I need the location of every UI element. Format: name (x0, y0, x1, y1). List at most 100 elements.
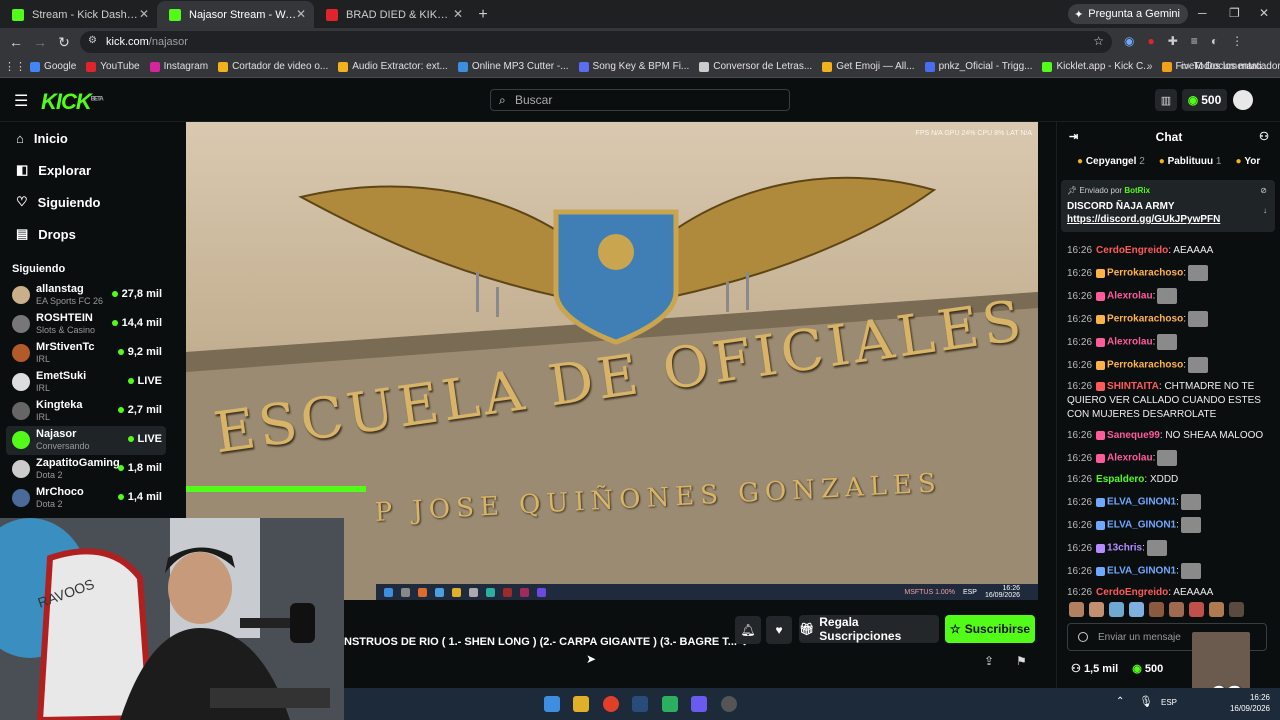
discord-icon[interactable] (691, 696, 707, 712)
hamburger-menu-icon[interactable]: ☰ (14, 91, 28, 111)
sidebar-nav-item[interactable]: ▤ Drops (0, 218, 172, 250)
emote[interactable] (1149, 602, 1164, 617)
all-bookmarks-folder[interactable]: ▭Todos los marcadores (1180, 61, 1280, 72)
message-user[interactable]: Alexrolau (1107, 453, 1153, 464)
obs-icon[interactable] (721, 696, 737, 712)
notifications-bell-button[interactable]: 🔔︎ (735, 616, 761, 644)
emote[interactable] (1129, 602, 1144, 617)
kick-logo[interactable]: KICKBETA (41, 89, 104, 115)
message-user[interactable]: Espaldero (1096, 474, 1144, 485)
top-gifter[interactable]: ● Cepyangel 2 (1077, 156, 1145, 167)
extension-icon[interactable]: ◉ (1124, 34, 1134, 48)
tab-search-icon[interactable]: ≡ (1191, 34, 1198, 48)
bookmark-item[interactable]: Song Key & BPM Fi... (578, 61, 689, 72)
browser-tab-youtube[interactable]: BRAD DIED & KIKO CHOSICA - ✕ (314, 1, 471, 28)
bookmark-item[interactable]: Google (30, 61, 76, 72)
following-channel[interactable]: ZapatitoGaming Dota 2 1,8 mil (6, 455, 166, 484)
share-icon[interactable]: ⇪ (984, 654, 994, 668)
collapse-chat-icon[interactable]: ⇥ (1069, 130, 1078, 143)
report-icon[interactable]: ⚑ (1016, 654, 1027, 668)
message-user[interactable]: Alexrolau (1107, 291, 1153, 302)
emote[interactable] (1189, 602, 1204, 617)
emote[interactable] (1169, 602, 1184, 617)
profile-icon[interactable]: ◐ (1211, 34, 1218, 48)
message-user[interactable]: Perrokarachoso (1107, 360, 1183, 371)
message-user[interactable]: CerdoEngreido (1096, 587, 1168, 598)
bookmark-item[interactable]: Instagram (149, 61, 208, 72)
steam-icon[interactable] (632, 696, 648, 712)
close-tab-icon[interactable]: ✕ (296, 7, 306, 21)
puzzle-icon[interactable]: ✚ (1168, 34, 1178, 48)
url-field[interactable]: ⚙ kick.com/najasor ☆ (80, 31, 1112, 53)
kicks-balance-button[interactable]: ◉ 500 (1182, 89, 1227, 111)
message-user[interactable]: ELVA_GINON1 (1107, 520, 1176, 531)
bookmark-item[interactable]: Cortador de video o... (218, 61, 328, 72)
bookmark-star-icon[interactable]: ☆ (1093, 34, 1104, 48)
message-user[interactable]: CerdoEngreido (1096, 245, 1168, 256)
taskbar-clock[interactable]: 16:26 16/09/2026 (1230, 692, 1270, 714)
library-icon[interactable]: ▥ (1155, 89, 1177, 111)
bookmark-item[interactable]: Get Emoji — All... (822, 61, 915, 72)
chat-settings-icon[interactable] (1078, 632, 1088, 642)
pinned-link[interactable]: https://discord.gg/GUkJPywPFN (1067, 214, 1269, 225)
tray-chevron-icon[interactable]: ⌃ (1116, 696, 1124, 707)
following-channel[interactable]: EmetSuki IRL LIVE (6, 368, 166, 397)
follow-heart-button[interactable]: ♥ (766, 616, 792, 644)
following-channel[interactable]: MrStivenTc IRL 9,2 mil (6, 339, 166, 368)
chat-users-icon[interactable]: ⚇ (1259, 130, 1269, 143)
forward-icon[interactable]: → (28, 34, 52, 50)
reload-icon[interactable]: ↻ (52, 34, 76, 51)
bookmark-item[interactable]: Kicklet.app - Kick C... (1042, 61, 1152, 72)
following-channel[interactable]: MrChoco Dota 2 1,4 mil (6, 484, 166, 513)
chat-kicks[interactable]: ◉ 500 (1132, 662, 1163, 675)
message-user[interactable]: Perrokarachoso (1107, 314, 1183, 325)
gemini-button[interactable]: ✦ Pregunta a Gemini (1068, 4, 1188, 24)
mic-icon[interactable]: 🎙︎ (1139, 695, 1153, 708)
whatsapp-icon[interactable] (662, 696, 678, 712)
message-user[interactable]: SHINTAITA (1107, 381, 1159, 392)
extension-icon[interactable]: ● (1147, 34, 1154, 48)
menu-icon[interactable]: ⋮ (1231, 34, 1243, 48)
message-user[interactable]: ELVA_GINON1 (1107, 566, 1176, 577)
message-user[interactable]: Saneque99 (1107, 430, 1160, 441)
bookmark-item[interactable]: Online MP3 Cutter -... (457, 61, 569, 72)
apps-icon[interactable]: ⋮⋮ (0, 60, 30, 73)
unpin-icon[interactable]: ⊘ (1260, 186, 1267, 195)
message-user[interactable]: 13chris (1107, 543, 1142, 554)
browser-tab-dashboard[interactable]: Stream - Kick Dashboard ✕ (0, 1, 157, 28)
back-icon[interactable]: ← (4, 34, 28, 50)
top-gifter[interactable]: ● Pablituuu 1 (1159, 156, 1222, 167)
close-tab-icon[interactable]: ✕ (139, 7, 149, 21)
sidebar-nav-item[interactable]: ♡ Siguiendo (0, 186, 172, 218)
chrome-icon[interactable] (603, 696, 619, 712)
site-info-icon[interactable]: ⚙ (88, 35, 97, 46)
more-bookmarks-icon[interactable]: » (1147, 61, 1153, 72)
emote[interactable] (1109, 602, 1124, 617)
new-tab-button[interactable]: + (471, 1, 495, 28)
following-channel[interactable]: Najasor Conversando LIVE (6, 426, 166, 455)
maximize-icon[interactable]: ❐ (1229, 6, 1240, 20)
bookmark-item[interactable]: pnkz_Oficial - Trigg... (924, 61, 1032, 72)
expand-pin-icon[interactable]: ↓ (1263, 206, 1267, 215)
emote[interactable] (1069, 602, 1084, 617)
message-user[interactable]: ELVA_GINON1 (1107, 497, 1176, 508)
browser-tab-najasor[interactable]: Najasor Stream - Watch Live on Kick ✕ (157, 1, 314, 28)
close-tab-icon[interactable]: ✕ (453, 7, 463, 21)
sidebar-nav-item[interactable]: ⌂ Inicio (0, 122, 172, 154)
close-window-icon[interactable]: ✕ (1259, 6, 1269, 20)
following-channel[interactable]: ROSHTEIN Slots & Casino 14,4 mil (6, 310, 166, 339)
top-gifter[interactable]: ● Yor (1235, 156, 1260, 167)
minimize-icon[interactable]: ─ (1198, 6, 1207, 20)
file-explorer-icon[interactable] (573, 696, 589, 712)
message-user[interactable]: Alexrolau (1107, 337, 1153, 348)
gift-subs-button[interactable]: 🎁︎ Regala Suscripciones (799, 615, 939, 643)
pinned-by-user[interactable]: BotRix (1124, 186, 1150, 195)
bookmark-item[interactable]: YouTube (86, 61, 140, 72)
emote[interactable] (1229, 602, 1244, 617)
emote[interactable] (1209, 602, 1224, 617)
bookmark-item[interactable]: Audio Extractor: ext... (338, 61, 448, 72)
bookmark-item[interactable]: Conversor de Letras... (699, 61, 812, 72)
sidebar-nav-item[interactable]: ◧ Explorar (0, 154, 172, 186)
emote[interactable] (1089, 602, 1104, 617)
subscribe-button[interactable]: ☆ Suscribirse (945, 615, 1035, 643)
